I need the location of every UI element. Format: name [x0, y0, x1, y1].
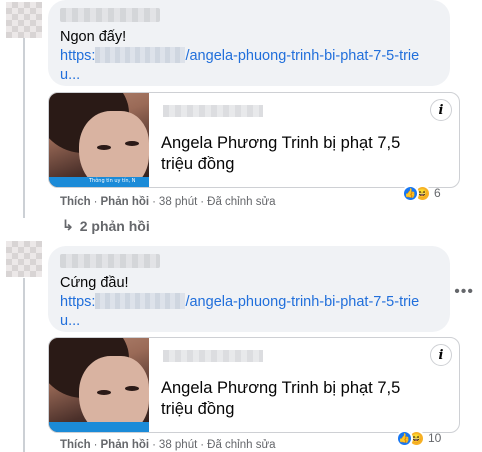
- author-name-redacted[interactable]: [60, 8, 160, 22]
- reaction-count: 6: [434, 186, 441, 200]
- reply-button[interactable]: Phản hồi: [101, 439, 150, 451]
- preview-title: Angela Phương Trinh bị phạt 7,5 triệu đồ…: [161, 379, 401, 418]
- avatar[interactable]: [6, 2, 42, 38]
- link-redacted: [95, 47, 186, 63]
- comment-bubble: Ngon đấy! https:/angela-phuong-trinh-bi-…: [48, 0, 450, 86]
- thread-line-2: [23, 278, 25, 452]
- link-redacted: [95, 293, 186, 309]
- preview-thumbnail: [49, 338, 149, 432]
- reply-arrow-icon: ↳: [62, 217, 74, 233]
- comment-text: Ngon đấy!: [60, 29, 127, 45]
- reaction-summary[interactable]: 👍 😆 6: [402, 183, 441, 203]
- source-redacted: [163, 350, 263, 362]
- author-name-redacted[interactable]: [60, 254, 160, 268]
- timestamp[interactable]: 38 phút: [159, 439, 197, 451]
- comment-actions: Thích · Phản hồi · 38 phút · Đã chỉnh sửa: [60, 439, 276, 451]
- view-replies-link[interactable]: ↳ 2 phản hồi: [62, 217, 150, 234]
- comment-link[interactable]: https:/angela-phuong-trinh-bi-phat-7-5-t…: [60, 47, 438, 85]
- link-preview-card[interactable]: Angela Phương Trinh bị phạt 7,5 triệu đồ…: [48, 337, 460, 433]
- more-options-icon[interactable]: •••: [454, 283, 474, 301]
- like-reaction-icon: 👍: [396, 429, 413, 447]
- like-button[interactable]: Thích: [60, 196, 91, 208]
- reaction-summary[interactable]: 👍 😆 10: [396, 428, 441, 448]
- like-button[interactable]: Thích: [60, 439, 91, 451]
- info-icon[interactable]: i: [430, 99, 452, 121]
- source-redacted: [163, 105, 263, 117]
- edited-label: Đã chỉnh sửa: [207, 196, 276, 208]
- avatar[interactable]: [6, 241, 42, 277]
- comment-text: Cứng đầu!: [60, 275, 129, 291]
- edited-label: Đã chỉnh sửa: [207, 439, 276, 451]
- comment-link[interactable]: https:/angela-phuong-trinh-bi-phat-7-5-t…: [60, 293, 438, 331]
- thread-line-1: [23, 38, 25, 218]
- timestamp[interactable]: 38 phút: [159, 196, 197, 208]
- preview-title: Angela Phương Trinh bị phạt 7,5 triệu đồ…: [161, 134, 401, 173]
- reply-button[interactable]: Phản hồi: [101, 196, 150, 208]
- comment-actions: Thích · Phản hồi · 38 phút · Đã chỉnh sửa: [60, 196, 276, 208]
- like-reaction-icon: 👍: [402, 184, 419, 202]
- info-icon[interactable]: i: [430, 344, 452, 366]
- link-preview-card[interactable]: Thông tin uy tín, N Angela Phương Trinh …: [48, 92, 460, 188]
- reaction-count: 10: [428, 431, 442, 445]
- comment-bubble: Cứng đầu! https:/angela-phuong-trinh-bi-…: [48, 246, 450, 332]
- preview-thumbnail: Thông tin uy tín, N: [49, 93, 149, 187]
- replies-label: 2 phản hồi: [79, 217, 150, 234]
